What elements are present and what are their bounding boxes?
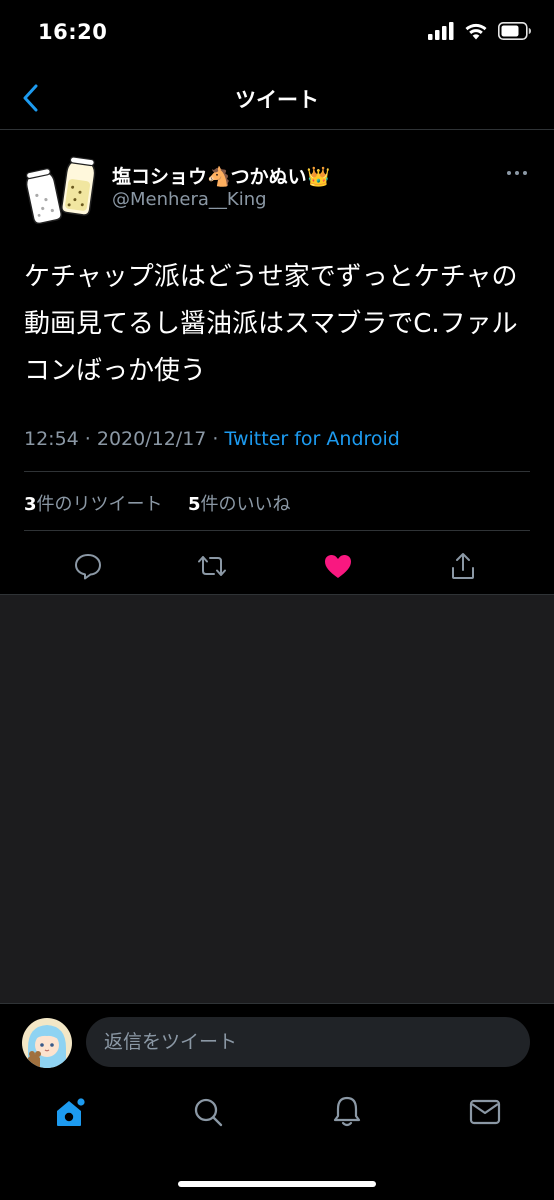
reply-input[interactable] [86,1017,530,1067]
tweet-source-link[interactable]: Twitter for Android [225,428,400,450]
share-button[interactable] [443,546,483,586]
like-count: 5 [188,494,201,515]
salt-pepper-shakers-icon [25,156,96,225]
tweet-detail: 塩コショウ🐴つかぬい👑 @Menhera__King ケチャップ派はどうせ家でず… [0,0,554,594]
author-handle[interactable]: @Menhera__King [112,189,267,210]
search-icon [194,1098,223,1127]
tab-home[interactable] [48,1090,92,1134]
more-options-button[interactable] [502,164,532,182]
retweet-icon [198,556,226,576]
author-avatar[interactable] [22,150,100,228]
home-indicator [178,1181,376,1187]
share-icon [452,553,474,579]
like-button[interactable] [318,546,358,586]
retweet-count: 3 [24,494,37,515]
tab-search[interactable] [186,1090,230,1134]
messages-icon [469,1099,501,1125]
more-dot [523,171,527,175]
my-avatar[interactable] [22,1018,72,1068]
like-stat[interactable]: 5件のいいね [188,494,291,515]
retweet-stat[interactable]: 3件のリツイート [24,494,163,515]
like-label: 件のいいね [200,494,291,515]
like-icon [325,555,351,578]
more-dot [507,171,511,175]
tweet-timestamp: 12:54 · 2020/12/17 · [24,428,225,450]
retweet-label: 件のリツイート [36,494,163,515]
author-name[interactable]: 塩コショウ🐴つかぬい👑 [112,162,330,189]
empty-replies-area [0,595,554,1003]
tweet-meta: 12:54 · 2020/12/17 · Twitter for Android [24,428,400,450]
reply-button[interactable] [68,546,108,586]
home-icon [57,1096,87,1126]
user-avatar-illustration-icon [22,1018,72,1068]
retweet-button[interactable] [192,546,232,586]
notifications-icon [333,1096,361,1127]
divider [24,530,530,531]
tab-notifications[interactable] [325,1090,369,1134]
tab-messages[interactable] [463,1090,507,1134]
tab-bar [0,1078,554,1200]
tweet-text: ケチャップ派はどうせ家でずっとケチャの動画見てるし醤油派はスマブラでC.ファルコ… [24,262,518,386]
more-dot [515,171,519,175]
reply-icon [75,554,101,580]
tweet-actions [0,540,554,594]
divider [24,471,530,472]
reply-bar [0,1003,554,1078]
tweet-stats: 3件のリツイート 5件のいいね [24,490,291,516]
